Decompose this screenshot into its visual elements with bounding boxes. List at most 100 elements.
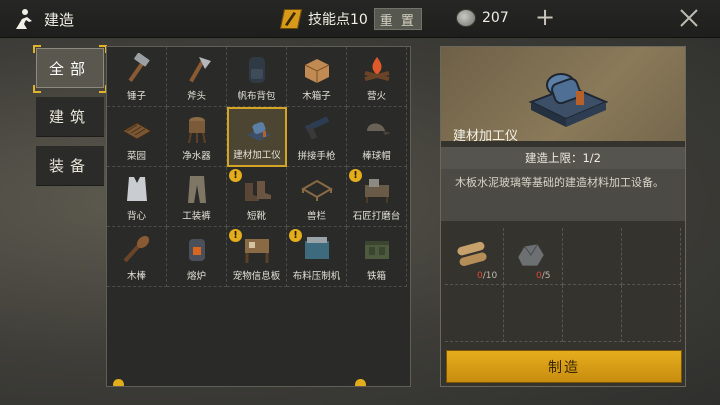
material-slot [622,285,681,342]
item-grid: 锤子 斧头 帆布背包 木箱子 营火 菜园 净水器 建材加工仪 拼接手枪 棒球帽 背心 工装裤 短靴! 兽栏… [107,47,407,287]
skill-points-label: 技能点10 [308,12,368,28]
item-slot[interactable]: 营火 [347,47,407,107]
detail-description: 木板水泥玻璃等基础的建造材料加工设备。 [455,176,664,189]
item-slot[interactable]: 熔炉 [167,227,227,287]
hammer-icon [128,53,150,82]
item-label: 布料压制机 [292,271,341,282]
wood-logs-icon [457,241,487,266]
item-slot[interactable]: 建材加工仪 [227,107,287,167]
club-icon [123,235,150,263]
vest-icon [127,177,147,201]
tab-all[interactable]: 全部 [36,48,104,88]
warning-badge: ! [349,169,362,182]
item-label: 熔炉 [186,271,206,282]
item-slot[interactable]: 斧头 [167,47,227,107]
item-label: 工装裤 [182,211,211,222]
item-label: 净水器 [182,151,211,162]
item-label: 棒球帽 [362,151,391,162]
item-slot[interactable]: 短靴! [227,167,287,227]
item-slot[interactable]: 工装裤 [167,167,227,227]
warning-badge: ! [229,229,242,242]
item-label: 营火 [366,91,386,102]
furnace-icon [189,239,205,261]
item-label: 建材加工仪 [233,150,281,161]
material-slot [563,228,622,285]
item-slot[interactable]: 棒球帽 [347,107,407,167]
material-count: 0/5 [536,271,551,281]
item-label: 帆布背包 [237,91,276,102]
material-slot: 0/5 [504,228,563,285]
material-slot [622,228,681,285]
item-label: 石匠打磨台 [352,211,401,222]
tab-buildings[interactable]: 建筑 [36,97,104,137]
material-slot [504,285,563,342]
campfire-icon [364,57,390,81]
item-label: 木棒 [126,271,146,282]
item-label: 短靴 [246,211,266,222]
item-slot[interactable]: 背心 [107,167,167,227]
detail-panel: 建材加工仪 建造上限：1/2 木板水泥玻璃等基础的建造材料加工设备。 0/10 0… [440,46,686,387]
close-icon[interactable] [678,7,700,29]
item-label: 菜园 [126,151,146,162]
item-label: 锤子 [126,91,146,102]
materials-grid: 0/10 0/5 [445,228,681,342]
item-label: 宠物信息板 [232,271,281,282]
item-grid-frame[interactable]: 锤子 斧头 帆布背包 木箱子 营火 菜园 净水器 建材加工仪 拼接手枪 棒球帽 背心 工装裤 短靴! 兽栏… [106,46,411,387]
material-slot [445,285,504,342]
survivor-logo-icon [16,9,32,29]
item-slot[interactable]: 铁箱 [347,227,407,287]
skill-point-icon [279,9,303,29]
warning-badge: ! [289,229,302,242]
warning-badge: ! [229,169,242,182]
item-slot[interactable]: 布料压制机! [287,227,347,287]
item-slot[interactable]: 净水器 [167,107,227,167]
mason-table-icon [365,179,389,203]
top-bar: 建造 技能点10 重 置 207 + [0,0,720,38]
material-need: /5 [541,271,551,281]
tab-equipment[interactable]: 装备 [36,146,104,186]
currency-value: 207 [482,10,509,26]
item-label: 背心 [126,211,146,222]
backpack-icon [249,57,265,83]
ore-icon [518,244,544,266]
item-label: 拼接手枪 [297,151,336,162]
axe-icon [189,57,211,83]
material-count: 0/10 [477,271,497,281]
reset-button[interactable]: 重 置 [373,8,422,30]
item-slot[interactable]: 木箱子 [287,47,347,107]
page-title: 建造 [44,11,75,29]
item-slot[interactable]: 石匠打磨台! [347,167,407,227]
currency-coin-icon [456,9,476,27]
build-limit: 建造上限：1/2 [441,147,685,169]
item-slot[interactable]: 木棒 [107,227,167,287]
material-slot [563,285,622,342]
material-need: /10 [482,271,498,281]
detail-title: 建材加工仪 [453,129,519,144]
material-slot: 0/10 [445,228,504,285]
item-slot[interactable]: 菜园 [107,107,167,167]
pistol-icon [304,116,330,140]
water-purifier-icon [188,117,206,144]
selection-corner [33,85,41,93]
item-slot[interactable]: 锤子 [107,47,167,107]
animal-pen-icon [301,179,333,201]
wooden-box-icon [304,59,330,83]
item-label: 木箱子 [302,91,331,102]
selection-corner [33,45,41,53]
warning-badge [113,379,124,386]
cloth-press-icon [305,237,329,259]
build-button[interactable]: 制造 [446,350,682,383]
item-label: 铁箱 [366,271,386,282]
material-processor-icon [247,122,271,141]
add-currency-button[interactable]: + [534,5,556,30]
pet-board-icon [245,239,269,263]
garden-icon [121,122,153,140]
item-slot[interactable]: 兽栏 [287,167,347,227]
item-slot[interactable]: 宠物信息板! [227,227,287,287]
item-slot[interactable]: 帆布背包 [227,47,287,107]
skill-points: 技能点10 重 置 [279,7,422,31]
item-label: 斧头 [186,91,206,102]
pants-icon [188,176,206,203]
baseball-cap-icon [367,123,391,135]
item-slot[interactable]: 拼接手枪 [287,107,347,167]
